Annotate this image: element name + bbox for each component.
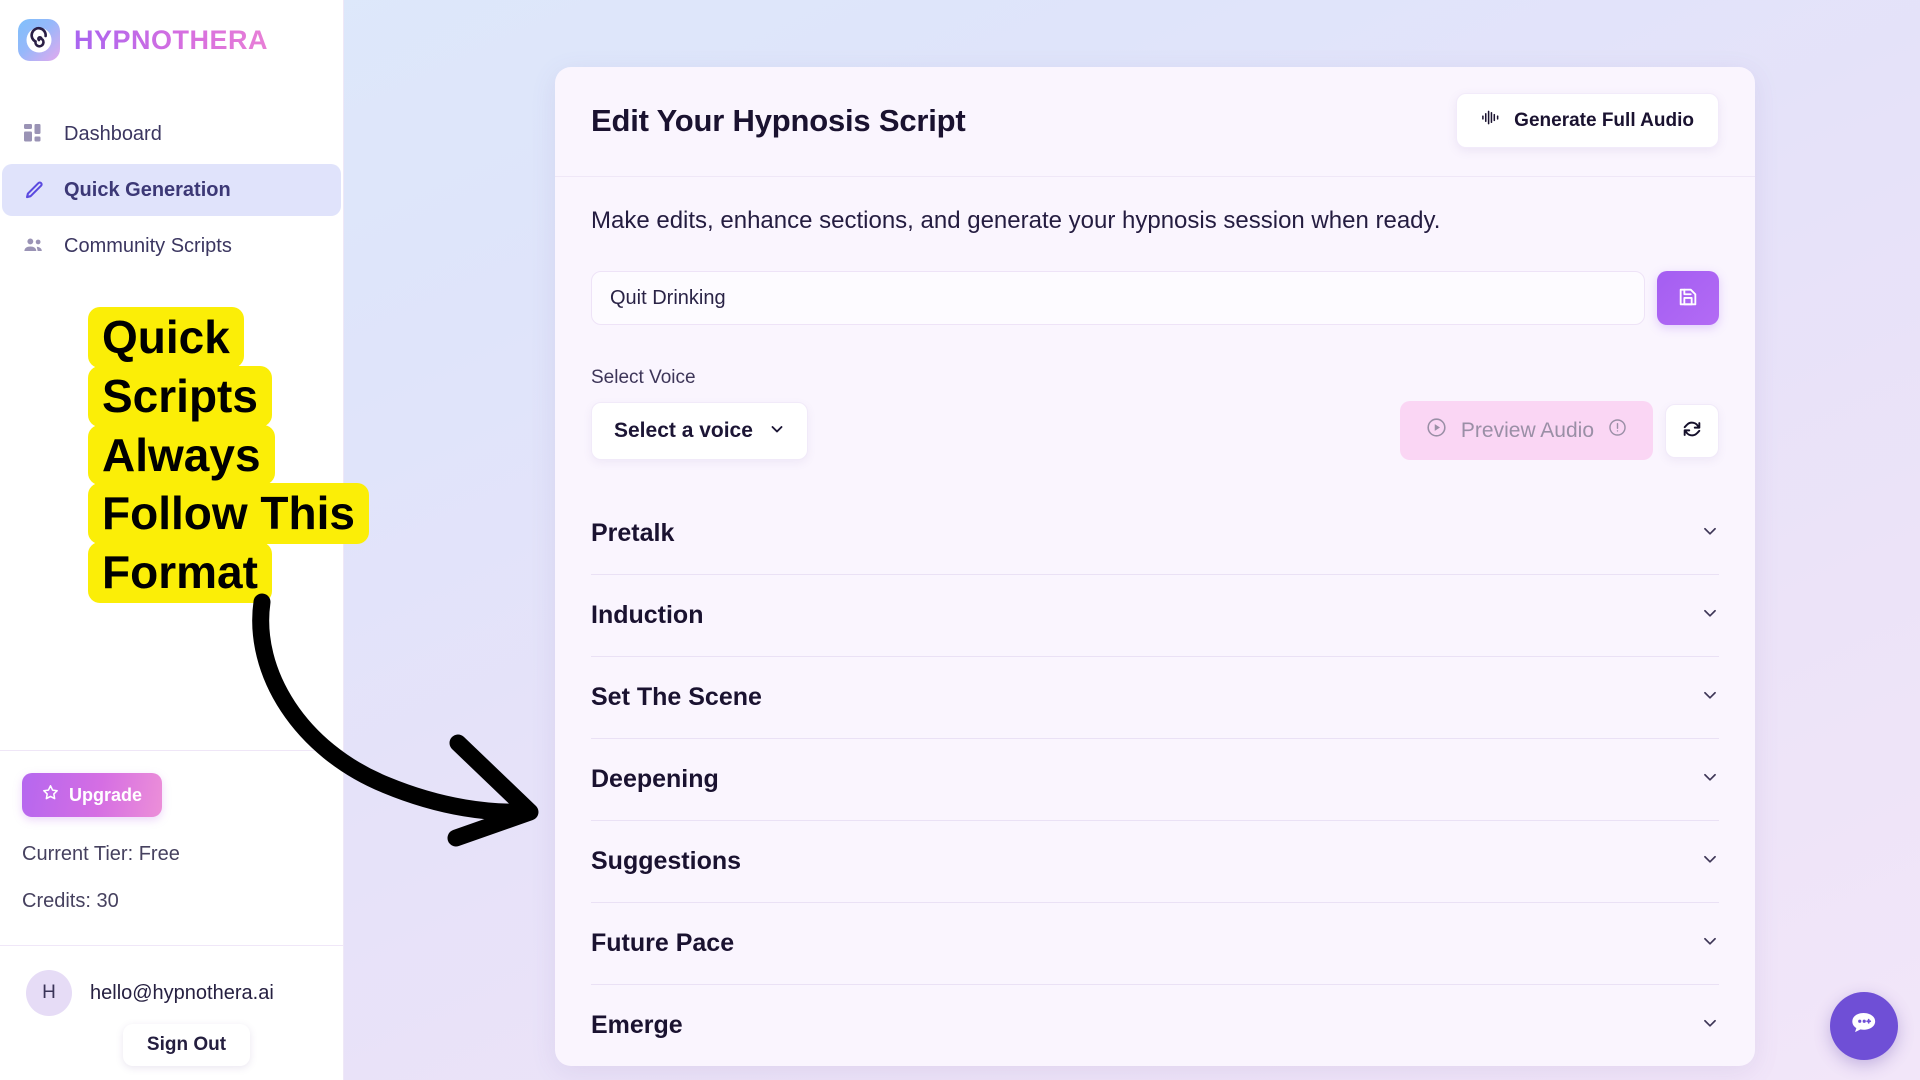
section-name: Future Pace [591, 929, 735, 957]
annotation-line: Scripts [88, 365, 272, 427]
sidebar-item-label: Dashboard [64, 122, 162, 145]
sign-out-button[interactable]: Sign Out [122, 1024, 251, 1066]
annotation-line: Format [88, 542, 272, 603]
avatar: H [26, 970, 72, 1016]
section-row[interactable]: Suggestions [591, 820, 1719, 902]
section-name: Induction [591, 601, 704, 629]
floppy-disk-save-icon [1677, 286, 1699, 311]
sidebar-item-community-scripts[interactable]: Community Scripts [2, 220, 341, 272]
plan-section: Upgrade Current Tier: Free Credits: 30 [0, 751, 343, 913]
card-body: Make edits, enhance sections, and genera… [555, 177, 1755, 1066]
voice-row: Select a voice Preview Audio [591, 401, 1719, 460]
brand-name: HYPNOTHERA [74, 24, 269, 55]
page-title: Edit Your Hypnosis Script [591, 102, 966, 138]
user-email: hello@hypnothera.ai [90, 981, 274, 1004]
refresh-icon [1681, 418, 1703, 443]
upgrade-button[interactable]: Upgrade [22, 773, 163, 817]
section-row[interactable]: Set The Scene [591, 656, 1719, 738]
section-row[interactable]: Deepening [591, 738, 1719, 820]
section-name: Set The Scene [591, 683, 762, 711]
credits-text: Credits: 30 [22, 890, 119, 912]
preview-audio-button[interactable]: Preview Audio [1399, 401, 1653, 460]
section-row[interactable]: Pretalk [591, 492, 1719, 574]
spiral-icon [18, 19, 60, 61]
chevron-down-icon[interactable] [1701, 686, 1719, 709]
sidebar-item-dashboard[interactable]: Dashboard [2, 108, 341, 160]
pencil-icon [22, 178, 46, 202]
sidebar-item-label: Community Scripts [64, 234, 232, 257]
audio-waveform-icon [1481, 108, 1500, 133]
section-row[interactable]: Emerge [591, 984, 1719, 1066]
select-voice-label: Select Voice [591, 367, 696, 388]
play-circle-icon [1426, 417, 1447, 444]
annotation-line: Always [88, 424, 275, 486]
section-name: Deepening [591, 765, 719, 793]
brand[interactable]: HYPNOTHERA [0, 0, 343, 64]
people-group-icon [22, 234, 46, 258]
chevron-down-icon[interactable] [1701, 522, 1719, 545]
script-sections-list: Pretalk Induction Set The Scene Deepenin… [591, 492, 1719, 1066]
annotation-callout: Quick Scripts Always Follow This Format [88, 307, 448, 603]
exclamation-circle-icon [1608, 418, 1627, 443]
save-button[interactable] [1657, 271, 1719, 325]
section-name: Suggestions [591, 847, 742, 875]
star-icon [42, 784, 59, 806]
refresh-button[interactable] [1665, 403, 1719, 458]
card-subtitle: Make edits, enhance sections, and genera… [591, 207, 1441, 234]
voice-actions: Preview Audio [1399, 401, 1719, 460]
section-row[interactable]: Induction [591, 574, 1719, 656]
generate-full-audio-button[interactable]: Generate Full Audio [1456, 93, 1719, 148]
user-row: H hello@hypnothera.ai [0, 946, 343, 1016]
voice-select-dropdown[interactable]: Select a voice [591, 401, 808, 460]
generate-full-audio-label: Generate Full Audio [1514, 109, 1694, 131]
annotation-line: Follow This [88, 483, 369, 544]
chevron-down-icon[interactable] [1701, 932, 1719, 955]
edit-script-card: Edit Your Hypnosis Script Generate Full … [555, 67, 1755, 1066]
section-row[interactable]: Future Pace [591, 902, 1719, 984]
current-tier-text: Current Tier: Free [22, 843, 180, 865]
chevron-down-icon[interactable] [1701, 604, 1719, 627]
chat-bubble-icon [1847, 1007, 1881, 1046]
chevron-down-icon[interactable] [1701, 850, 1719, 873]
script-title-row [591, 271, 1719, 325]
section-name: Emerge [591, 1011, 683, 1039]
preview-audio-label: Preview Audio [1460, 418, 1594, 442]
sidebar-item-quick-generation[interactable]: Quick Generation [2, 164, 341, 216]
signout-wrapper: Sign Out [0, 1016, 343, 1066]
chevron-down-icon [769, 419, 785, 443]
chevron-down-icon[interactable] [1701, 1014, 1719, 1037]
script-title-input[interactable] [591, 271, 1645, 325]
card-header: Edit Your Hypnosis Script Generate Full … [555, 67, 1755, 177]
chat-widget-button[interactable] [1830, 992, 1898, 1060]
sidebar-nav: Dashboard Quick Generation Community Scr… [0, 108, 343, 272]
section-name: Pretalk [591, 518, 675, 547]
sidebar-item-label: Quick Generation [64, 178, 231, 201]
grid-dashboard-icon [22, 122, 46, 146]
annotation-line: Quick [88, 307, 244, 368]
voice-select-value: Select a voice [614, 418, 753, 442]
chevron-down-icon[interactable] [1701, 768, 1719, 791]
upgrade-label: Upgrade [69, 784, 143, 805]
